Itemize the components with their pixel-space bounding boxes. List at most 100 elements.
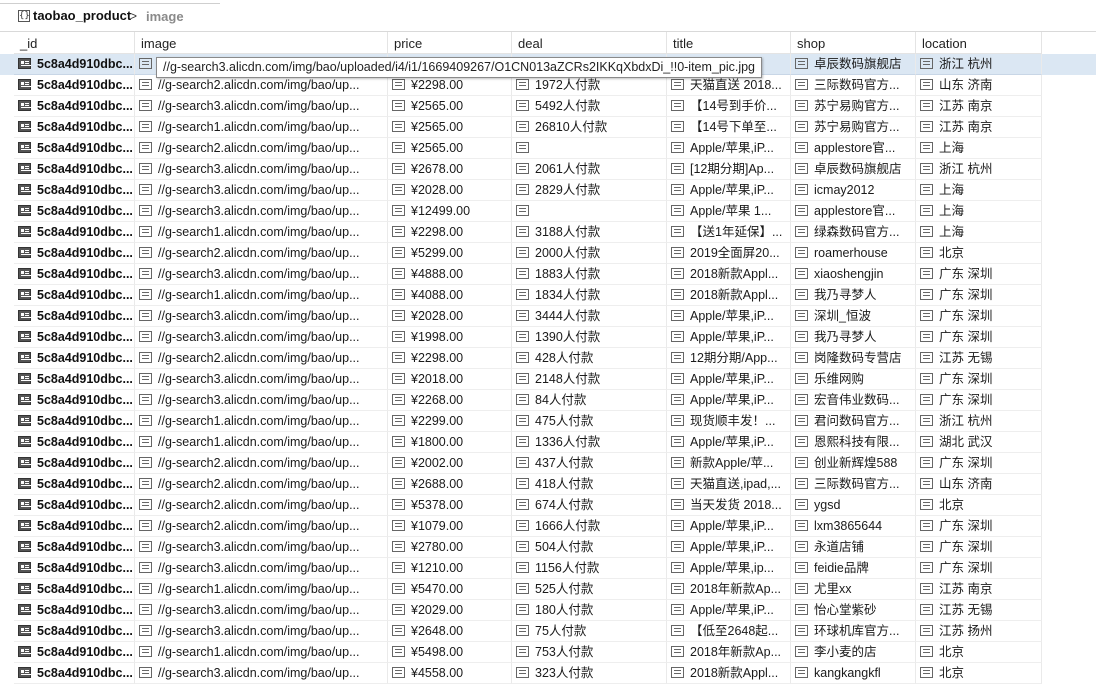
cell-shop[interactable]: 绿森数码官方... (791, 222, 916, 243)
cell-location[interactable]: 北京 (916, 663, 1042, 684)
cell-location[interactable]: 北京 (916, 243, 1042, 264)
cell-deal[interactable]: 674人付款 (512, 495, 667, 516)
cell-id[interactable]: 5c8a4d910dbc... (14, 138, 135, 159)
cell-shop[interactable]: applestore官... (791, 201, 916, 222)
cell-image[interactable]: //g-search2.alicdn.com/img/bao/up... (135, 348, 388, 369)
cell-id[interactable]: 5c8a4d910dbc... (14, 96, 135, 117)
cell-image[interactable]: //g-search3.alicdn.com/img/bao/up... (135, 96, 388, 117)
cell-title[interactable]: 【送1年延保】... (667, 222, 791, 243)
cell-image[interactable]: //g-search3.alicdn.com/img/bao/up... (135, 264, 388, 285)
cell-image[interactable]: //g-search2.alicdn.com/img/bao/up... (135, 75, 388, 96)
cell-deal[interactable]: 1834人付款 (512, 285, 667, 306)
cell-shop[interactable]: 卓辰数码旗舰店 (791, 159, 916, 180)
cell-shop[interactable]: 深圳_恒波 (791, 306, 916, 327)
table-row[interactable]: 5c8a4d910dbc... //g-search3.alicdn.com/im… (0, 201, 1096, 222)
cell-location[interactable]: 江苏 无锡 (916, 600, 1042, 621)
cell-title[interactable]: 天猫直送 2018... (667, 75, 791, 96)
cell-price[interactable]: ¥5378.00 (388, 495, 512, 516)
cell-id[interactable]: 5c8a4d910dbc... (14, 264, 135, 285)
cell-title[interactable]: Apple/苹果,iP... (667, 537, 791, 558)
cell-title[interactable]: Apple/苹果,iP... (667, 600, 791, 621)
cell-price[interactable]: ¥4888.00 (388, 264, 512, 285)
table-row[interactable]: 5c8a4d910dbc... //g-search1.alicdn.com/im… (0, 285, 1096, 306)
cell-price[interactable]: ¥2002.00 (388, 453, 512, 474)
cell-location[interactable]: 上海 (916, 201, 1042, 222)
cell-location[interactable]: 上海 (916, 180, 1042, 201)
cell-image[interactable]: //g-search3.alicdn.com/img/bao/up... (135, 663, 388, 684)
cell-id[interactable]: 5c8a4d910dbc... (14, 348, 135, 369)
cell-price[interactable]: ¥2268.00 (388, 390, 512, 411)
cell-title[interactable]: Apple/苹果,iP... (667, 180, 791, 201)
cell-image[interactable]: //g-search3.alicdn.com/img/bao/up... (135, 621, 388, 642)
table-row[interactable]: 5c8a4d910dbc... //g-search3.alicdn.com/im… (0, 180, 1096, 201)
table-row[interactable]: 5c8a4d910dbc... //g-search3.alicdn.com/im… (0, 621, 1096, 642)
cell-title[interactable]: Apple/苹果,iP... (667, 306, 791, 327)
cell-image[interactable]: //g-search1.alicdn.com/img/bao/up... (135, 411, 388, 432)
column-header-deal[interactable]: deal (512, 32, 667, 54)
cell-shop[interactable]: 岗隆数码专营店 (791, 348, 916, 369)
cell-shop[interactable]: 环球机库官方... (791, 621, 916, 642)
cell-image[interactable]: //g-search3.alicdn.com/img/bao/up... (135, 369, 388, 390)
cell-deal[interactable]: 1666人付款 (512, 516, 667, 537)
cell-deal[interactable]: 180人付款 (512, 600, 667, 621)
cell-price[interactable]: ¥2565.00 (388, 96, 512, 117)
cell-image[interactable]: //g-search3.alicdn.com/img/bao/up... (135, 537, 388, 558)
cell-location[interactable]: 上海 (916, 138, 1042, 159)
cell-price[interactable]: ¥2688.00 (388, 474, 512, 495)
cell-shop[interactable]: 苏宁易购官方... (791, 96, 916, 117)
cell-id[interactable]: 5c8a4d910dbc... (14, 243, 135, 264)
cell-price[interactable]: ¥2028.00 (388, 180, 512, 201)
cell-deal[interactable]: 26810人付款 (512, 117, 667, 138)
cell-location[interactable]: 广东 深圳 (916, 306, 1042, 327)
table-row[interactable]: 5c8a4d910dbc... //g-search3.alicdn.com/im… (0, 96, 1096, 117)
cell-image[interactable]: //g-search3.alicdn.com/img/bao/up... (135, 558, 388, 579)
cell-title[interactable]: 现货顺丰发！... (667, 411, 791, 432)
cell-price[interactable]: ¥1800.00 (388, 432, 512, 453)
cell-price[interactable]: ¥1079.00 (388, 516, 512, 537)
cell-shop[interactable]: applestore官... (791, 138, 916, 159)
cell-id[interactable]: 5c8a4d910dbc... (14, 201, 135, 222)
cell-price[interactable]: ¥2565.00 (388, 117, 512, 138)
cell-location[interactable]: 浙江 杭州 (916, 159, 1042, 180)
cell-location[interactable]: 广东 深圳 (916, 327, 1042, 348)
cell-shop[interactable]: 我乃寻梦人 (791, 327, 916, 348)
cell-image[interactable]: //g-search1.alicdn.com/img/bao/up... (135, 432, 388, 453)
cell-location[interactable]: 广东 深圳 (916, 558, 1042, 579)
cell-title[interactable]: 新款Apple/苹... (667, 453, 791, 474)
cell-id[interactable]: 5c8a4d910dbc... (14, 579, 135, 600)
cell-id[interactable]: 5c8a4d910dbc... (14, 621, 135, 642)
cell-title[interactable]: 天猫直送,ipad,... (667, 474, 791, 495)
cell-price[interactable]: ¥2565.00 (388, 138, 512, 159)
cell-price[interactable]: ¥5470.00 (388, 579, 512, 600)
cell-image[interactable]: //g-search3.alicdn.com/img/bao/up... (135, 306, 388, 327)
table-row[interactable]: 5c8a4d910dbc... //g-search3.alicdn.com/im… (0, 390, 1096, 411)
cell-price[interactable]: ¥2299.00 (388, 411, 512, 432)
table-row[interactable]: 5c8a4d910dbc... //g-search2.alicdn.com/im… (0, 474, 1096, 495)
cell-title[interactable]: 【低至2648起... (667, 621, 791, 642)
cell-title[interactable]: 2019全面屏20... (667, 243, 791, 264)
cell-deal[interactable]: 3444人付款 (512, 306, 667, 327)
cell-shop[interactable]: 苏宁易购官方... (791, 117, 916, 138)
cell-shop[interactable]: 君问数码官方... (791, 411, 916, 432)
cell-title[interactable]: 【14号到手价... (667, 96, 791, 117)
cell-shop[interactable]: 卓辰数码旗舰店 (791, 54, 916, 75)
cell-title[interactable]: 2018新款Appl... (667, 285, 791, 306)
cell-location[interactable]: 广东 深圳 (916, 369, 1042, 390)
cell-price[interactable]: ¥2298.00 (388, 222, 512, 243)
cell-deal[interactable]: 1972人付款 (512, 75, 667, 96)
cell-location[interactable]: 广东 深圳 (916, 537, 1042, 558)
table-row[interactable]: 5c8a4d910dbc... //g-search2.alicdn.com/im… (0, 75, 1096, 96)
cell-price[interactable]: ¥2028.00 (388, 306, 512, 327)
cell-title[interactable]: Apple/苹果,iP... (667, 327, 791, 348)
table-row[interactable]: 5c8a4d910dbc... //g-search3.alicdn.com/im… (0, 306, 1096, 327)
cell-image[interactable]: //g-search3.alicdn.com/img/bao/up... (135, 327, 388, 348)
cell-location[interactable]: 山东 济南 (916, 75, 1042, 96)
table-row[interactable]: 5c8a4d910dbc... //g-search3.alicdn.com/im… (0, 159, 1096, 180)
table-row[interactable]: 5c8a4d910dbc... //g-search2.alicdn.com/im… (0, 243, 1096, 264)
cell-id[interactable]: 5c8a4d910dbc... (14, 663, 135, 684)
cell-title[interactable]: 2018新款Appl... (667, 264, 791, 285)
cell-deal[interactable]: 428人付款 (512, 348, 667, 369)
cell-shop[interactable]: 怡心堂紫砂 (791, 600, 916, 621)
cell-id[interactable]: 5c8a4d910dbc... (14, 54, 135, 75)
cell-title[interactable]: Apple/苹果,iP... (667, 369, 791, 390)
